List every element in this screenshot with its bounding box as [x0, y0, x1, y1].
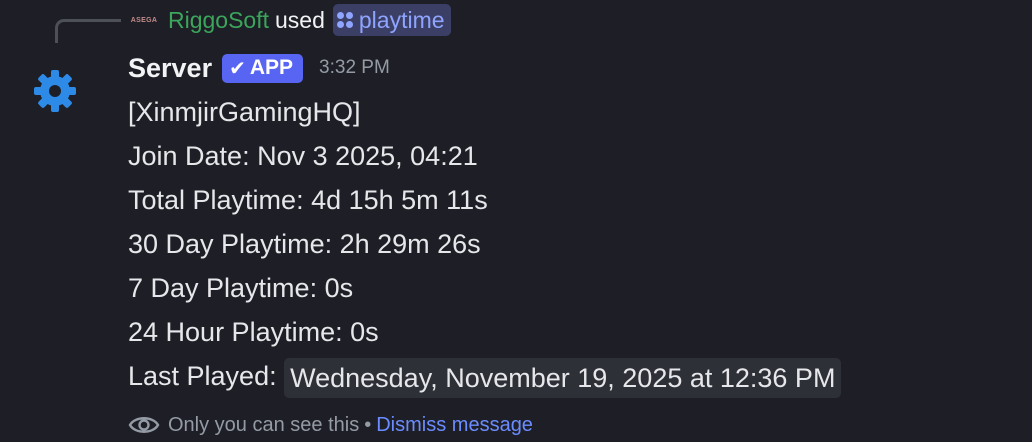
verified-check-icon: ✔: [229, 57, 246, 80]
message: ASEGA RiggoSoft used playtime Server ✔ A…: [0, 0, 1032, 442]
command-mention[interactable]: playtime: [332, 4, 451, 36]
server-tag: [XinmjirGamingHQ]: [128, 97, 361, 127]
reply-used-text: used: [275, 6, 325, 33]
eye-icon: [128, 417, 160, 433]
reply-context[interactable]: ASEGA RiggoSoft used playtime: [128, 4, 451, 36]
slash-command-icon: [336, 12, 353, 28]
app-badge-label: APP: [249, 56, 294, 79]
message-content: [XinmjirGamingHQ] Join Date: Nov 3 2025,…: [128, 90, 842, 398]
footer-separator: •: [364, 413, 372, 436]
ephemeral-notice: Only you can see this • Dismiss message: [128, 408, 533, 442]
dismiss-message-link[interactable]: Dismiss message: [376, 414, 533, 437]
last-played: Last Played: Wednesday, November 19, 202…: [128, 354, 842, 398]
playtime-7-day: 7 Day Playtime: 0s: [128, 273, 354, 303]
avatar[interactable]: [32, 68, 78, 114]
last-played-label: Last Played:: [128, 361, 277, 391]
playtime-30-day: 30 Day Playtime: 2h 29m 26s: [128, 229, 481, 259]
join-date: Join Date: Nov 3 2025, 04:21: [128, 141, 478, 171]
author-name[interactable]: Server: [128, 53, 212, 84]
gear-icon: [34, 70, 76, 112]
visibility-text: Only you can see this: [168, 413, 360, 436]
total-playtime: Total Playtime: 4d 15h 5m 11s: [128, 185, 488, 215]
last-played-timestamp[interactable]: Wednesday, November 19, 2025 at 12:36 PM: [284, 357, 842, 398]
command-name: playtime: [358, 6, 445, 33]
message-timestamp[interactable]: 3:32 PM: [319, 57, 390, 79]
reply-connector: [55, 19, 121, 43]
message-header: Server ✔ APP 3:32 PM: [128, 50, 390, 86]
playtime-24-hour: 24 Hour Playtime: 0s: [128, 317, 379, 347]
reply-username[interactable]: RiggoSoft: [168, 7, 269, 34]
app-badge: ✔ APP: [222, 53, 304, 83]
reply-avatar[interactable]: ASEGA: [128, 10, 160, 30]
